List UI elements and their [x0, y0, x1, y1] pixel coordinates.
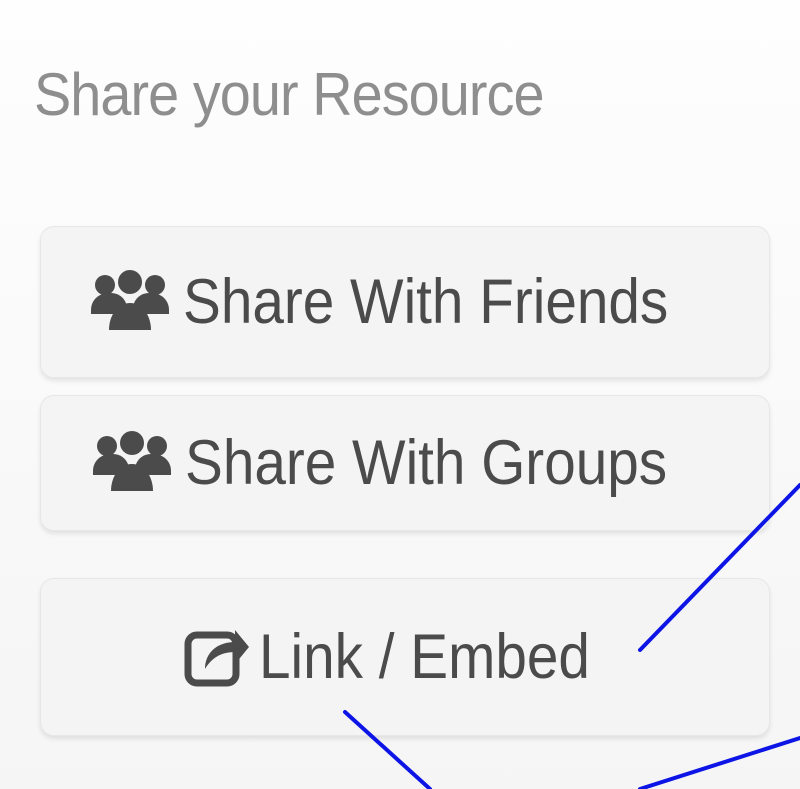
share-resource-panel: Share your Resource Share With Friends S…: [0, 0, 800, 789]
link-embed-button[interactable]: Link / Embed: [40, 578, 770, 736]
share-with-groups-label: Share With Groups: [185, 428, 668, 498]
users-icon: [87, 267, 173, 337]
share-with-friends-button[interactable]: Share With Friends: [40, 226, 770, 378]
link-embed-label: Link / Embed: [259, 622, 591, 692]
share-with-friends-label: Share With Friends: [183, 267, 669, 337]
share-square-icon: [183, 622, 250, 692]
share-with-groups-button[interactable]: Share With Groups: [40, 395, 770, 531]
annotation-line-bottom-right: [638, 736, 800, 789]
share-resource-title: Share your Resource: [34, 61, 545, 128]
users-icon: [89, 428, 175, 498]
